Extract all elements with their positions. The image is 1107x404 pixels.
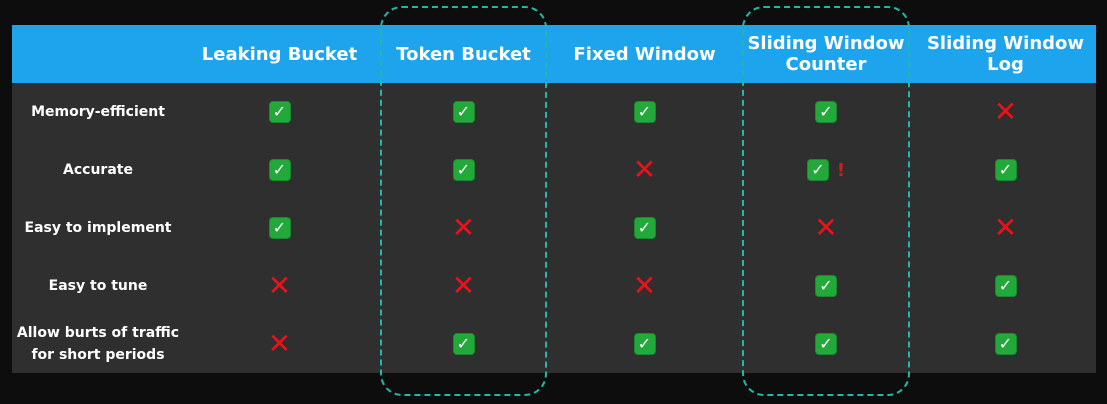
check-icon: ✓ [633, 333, 656, 355]
column-header-leaking-bucket: Leaking Bucket [201, 43, 358, 65]
table-cell: ✓ [915, 257, 1096, 315]
table-cell: ✓ [184, 141, 375, 199]
row-label-memory-efficient: Memory-efficient [31, 104, 165, 120]
table-row: Easy to implement ✓ ✕ ✓ ✕ ✕ [12, 199, 1096, 257]
cross-icon: ✕ [632, 269, 657, 302]
row-label-accurate: Accurate [63, 162, 133, 178]
column-header-fixed-window: Fixed Window [573, 43, 716, 65]
table-cell: ✕ [184, 315, 375, 373]
cross-icon: ✕ [267, 327, 292, 360]
cross-icon: ✕ [993, 95, 1018, 128]
table-cell: ✕ [552, 141, 737, 199]
table-cell: ✓ [915, 141, 1096, 199]
check-icon: ✓ [633, 101, 656, 123]
table-row: Memory-efficient ✓ ✓ ✓ ✓ ✕ [12, 83, 1096, 141]
table-cell: ✕ [915, 83, 1096, 141]
cross-icon: ✕ [632, 153, 657, 186]
row-label-allow-burts-of-traffic-for-short-periods: Allow burts of traffic for short periods [16, 325, 180, 363]
table-row: Allow burts of traffic for short periods ✕… [12, 315, 1096, 373]
table-cell: ✓ [184, 83, 375, 141]
table-cell: ✕ [915, 199, 1096, 257]
cross-icon: ✕ [267, 269, 292, 302]
table-cell: ✓ [552, 83, 737, 141]
check-icon: ✓ [994, 159, 1017, 181]
table-cell: ✓ [184, 199, 375, 257]
comparison-table: Leaking Bucket Token Bucket Fixed Window Sl… [12, 25, 1096, 373]
sliding-window-counter-highlight [742, 6, 910, 396]
check-icon: ✓ [268, 101, 291, 123]
column-header-sliding-window-log: Sliding Window Log [926, 33, 1085, 75]
check-icon: ✓ [633, 217, 656, 239]
check-icon: ✓ [994, 333, 1017, 355]
table-row: Easy to tune ✕ ✕ ✕ ✓ ✓ [12, 257, 1096, 315]
cross-icon: ✕ [993, 211, 1018, 244]
table-cell: ✓ [552, 315, 737, 373]
table-cell: ✓ [915, 315, 1096, 373]
row-label-easy-to-tune: Easy to tune [48, 278, 148, 294]
table-cell: ✕ [552, 257, 737, 315]
table-header: Leaking Bucket Token Bucket Fixed Window Sl… [12, 25, 1096, 83]
check-icon: ✓ [268, 217, 291, 239]
table-row: Accurate ✓ ✓ ✕ ✓! ✓ [12, 141, 1096, 199]
table-cell: ✕ [184, 257, 375, 315]
check-icon: ✓ [994, 275, 1017, 297]
table-cell: ✓ [552, 199, 737, 257]
check-icon: ✓ [268, 159, 291, 181]
row-label-easy-to-implement: Easy to implement [24, 220, 172, 236]
token-bucket-highlight [380, 6, 547, 396]
